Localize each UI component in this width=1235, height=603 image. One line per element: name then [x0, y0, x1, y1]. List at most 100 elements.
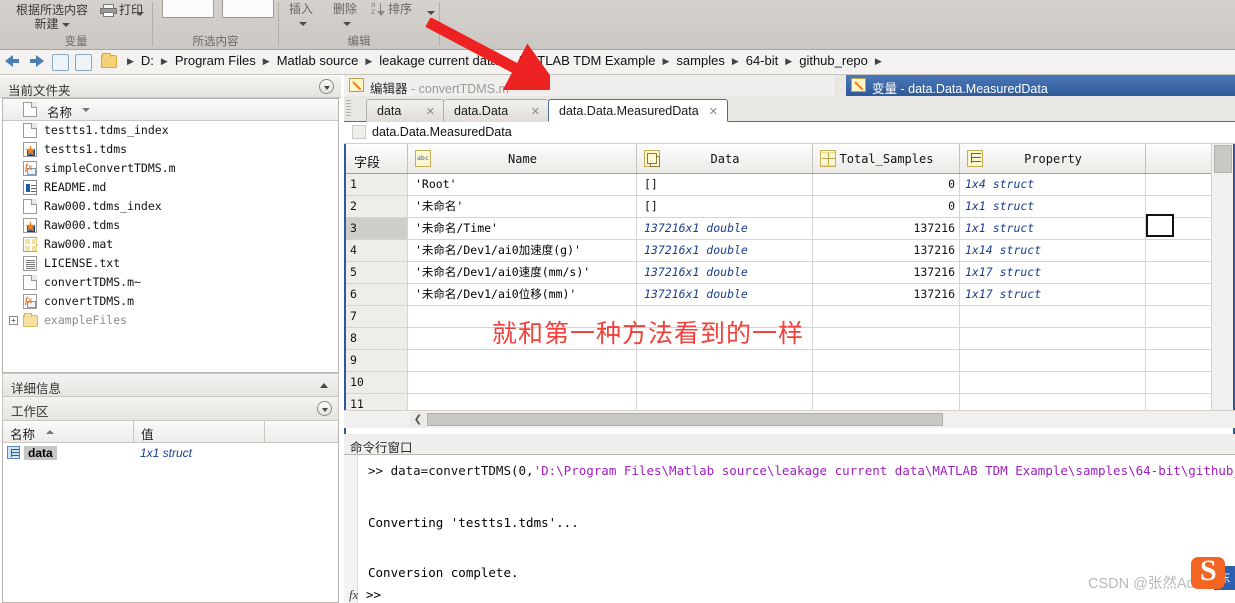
- refresh-icon[interactable]: [75, 54, 92, 71]
- insert-button[interactable]: 插入: [283, 2, 319, 30]
- empty-cell[interactable]: [1147, 372, 1221, 393]
- total-samples-cell[interactable]: 0: [814, 174, 960, 195]
- forward-button[interactable]: [28, 55, 44, 70]
- total-samples-cell[interactable]: [814, 372, 960, 393]
- breadcrumb-item[interactable]: MATLAB TDM Example: [517, 53, 658, 68]
- table-row[interactable]: 6 '未命名/Dev1/ai0位移(mm)' 137216x1 double 1372…: [346, 284, 1233, 306]
- current-folder-options-button[interactable]: [319, 79, 335, 95]
- column-header-field[interactable]: 字段: [346, 144, 408, 173]
- vertical-scroll-thumb[interactable]: [1214, 145, 1232, 173]
- sort-descending-icon[interactable]: [82, 108, 90, 112]
- property-cell[interactable]: [961, 306, 1146, 327]
- breadcrumb-item[interactable]: 64-bit: [744, 53, 781, 68]
- property-cell[interactable]: 1x1 struct: [961, 218, 1146, 239]
- row-number-cell[interactable]: 5: [346, 262, 408, 283]
- total-samples-cell[interactable]: [814, 306, 960, 327]
- tab-data[interactable]: data ✕: [366, 99, 444, 122]
- row-number-cell[interactable]: 10: [346, 372, 408, 393]
- horizontal-scroll-thumb[interactable]: [427, 413, 943, 426]
- workspace-row[interactable]: data 1x1 struct: [3, 443, 338, 463]
- back-button[interactable]: [5, 55, 21, 70]
- property-cell[interactable]: 1x4 struct: [961, 174, 1146, 195]
- table-row[interactable]: 10: [346, 372, 1233, 394]
- sort-dropdown-button[interactable]: [424, 5, 435, 19]
- total-samples-cell[interactable]: [814, 328, 960, 349]
- name-cell[interactable]: [409, 350, 637, 371]
- new-from-selection-button[interactable]: 根据所选内容 新建: [6, 3, 98, 31]
- total-samples-cell[interactable]: 137216: [814, 240, 960, 261]
- breadcrumb-item[interactable]: Matlab source: [275, 53, 361, 68]
- row-number-cell[interactable]: 6: [346, 284, 408, 305]
- chevron-down-icon[interactable]: [61, 22, 70, 27]
- workspace-col-value[interactable]: 值: [134, 421, 265, 442]
- empty-cell[interactable]: [1147, 262, 1221, 283]
- list-item[interactable]: convertTDMS.m~: [3, 273, 338, 292]
- list-item[interactable]: Raw000.tdms: [3, 216, 338, 235]
- property-cell[interactable]: 1x17 struct: [961, 284, 1146, 305]
- name-cell[interactable]: '未命名/Dev1/ai0加速度(g)': [409, 240, 637, 261]
- list-item[interactable]: README.md: [3, 178, 338, 197]
- column-header-property[interactable]: Property: [961, 144, 1146, 173]
- list-item[interactable]: Raw000.mat: [3, 235, 338, 254]
- total-samples-cell[interactable]: 137216: [814, 284, 960, 305]
- empty-cell[interactable]: [1147, 328, 1221, 349]
- data-cell[interactable]: [638, 350, 813, 371]
- row-number-cell[interactable]: 2: [346, 196, 408, 217]
- property-cell[interactable]: 1x14 struct: [961, 240, 1146, 261]
- table-horizontal-scrollbar[interactable]: ❮: [344, 410, 1235, 428]
- data-cell[interactable]: []: [638, 174, 813, 195]
- selection-field-2[interactable]: [222, 0, 274, 18]
- table-row[interactable]: 3 '未命名/Time' 137216x1 double 137216 1x1 stru…: [346, 218, 1233, 240]
- data-cell[interactable]: 137216x1 double: [638, 240, 813, 261]
- list-item[interactable]: LICENSE.txt: [3, 254, 338, 273]
- workspace-col-extra[interactable]: [265, 421, 338, 442]
- empty-cell[interactable]: [1147, 350, 1221, 371]
- row-number-cell[interactable]: 4: [346, 240, 408, 261]
- table-row[interactable]: 5 '未命名/Dev1/ai0速度(mm/s)' 137216x1 double 13…: [346, 262, 1233, 284]
- name-cell[interactable]: '未命名': [409, 196, 637, 217]
- list-item[interactable]: convertTDMS.m: [3, 292, 338, 311]
- row-number-cell[interactable]: 1: [346, 174, 408, 195]
- scroll-left-icon[interactable]: ❮: [410, 412, 426, 427]
- name-cell[interactable]: '未命名/Dev1/ai0速度(mm/s)': [409, 262, 637, 283]
- data-cell[interactable]: 137216x1 double: [638, 218, 813, 239]
- table-row[interactable]: 1 'Root'[] 0 1x4 struct: [346, 174, 1233, 196]
- list-item[interactable]: simpleConvertTDMS.m: [3, 159, 338, 178]
- property-cell[interactable]: [961, 350, 1146, 371]
- data-cell[interactable]: 137216x1 double: [638, 284, 813, 305]
- empty-cell[interactable]: [1147, 174, 1221, 195]
- property-cell[interactable]: 1x1 struct: [961, 196, 1146, 217]
- close-icon[interactable]: ✕: [426, 105, 435, 118]
- selected-cell-box[interactable]: [1146, 214, 1174, 237]
- row-number-cell[interactable]: 3: [346, 218, 408, 239]
- empty-cell[interactable]: [1147, 284, 1221, 305]
- breadcrumb-item[interactable]: D:: [139, 53, 156, 68]
- list-item[interactable]: testts1.tdms_index: [3, 121, 338, 140]
- property-cell[interactable]: [961, 372, 1146, 393]
- total-samples-cell[interactable]: 137216: [814, 218, 960, 239]
- column-header-empty[interactable]: [1147, 144, 1221, 173]
- column-header-total-samples[interactable]: Total_Samples: [814, 144, 960, 173]
- delete-button[interactable]: 删除: [327, 2, 363, 30]
- workspace-options-button[interactable]: [317, 401, 332, 416]
- empty-cell[interactable]: [1147, 306, 1221, 327]
- breadcrumb-item[interactable]: samples: [674, 53, 726, 68]
- list-item[interactable]: Raw000.tdms_index: [3, 197, 338, 216]
- tab-data-Data[interactable]: data.Data ✕: [443, 99, 549, 122]
- tab-drag-handle[interactable]: [346, 100, 351, 118]
- name-cell[interactable]: [409, 372, 637, 393]
- close-icon[interactable]: ✕: [531, 105, 540, 118]
- list-item[interactable]: testts1.tdms: [3, 140, 338, 159]
- column-header-name[interactable]: Name: [409, 144, 637, 173]
- column-header-data[interactable]: Data: [638, 144, 813, 173]
- table-row[interactable]: 2 '未命名'[] 0 1x1 struct: [346, 196, 1233, 218]
- breadcrumb-item[interactable]: github_repo: [797, 53, 870, 68]
- row-number-cell[interactable]: 9: [346, 350, 408, 371]
- name-cell[interactable]: '未命名/Time': [409, 218, 637, 239]
- empty-cell[interactable]: [1147, 240, 1221, 261]
- total-samples-cell[interactable]: [814, 350, 960, 371]
- tab-data-Data-MeasuredData[interactable]: data.Data.MeasuredData ✕: [548, 99, 728, 122]
- selection-field-1[interactable]: [162, 0, 214, 18]
- data-cell[interactable]: 137216x1 double: [638, 262, 813, 283]
- details-collapse-button[interactable]: [317, 378, 332, 393]
